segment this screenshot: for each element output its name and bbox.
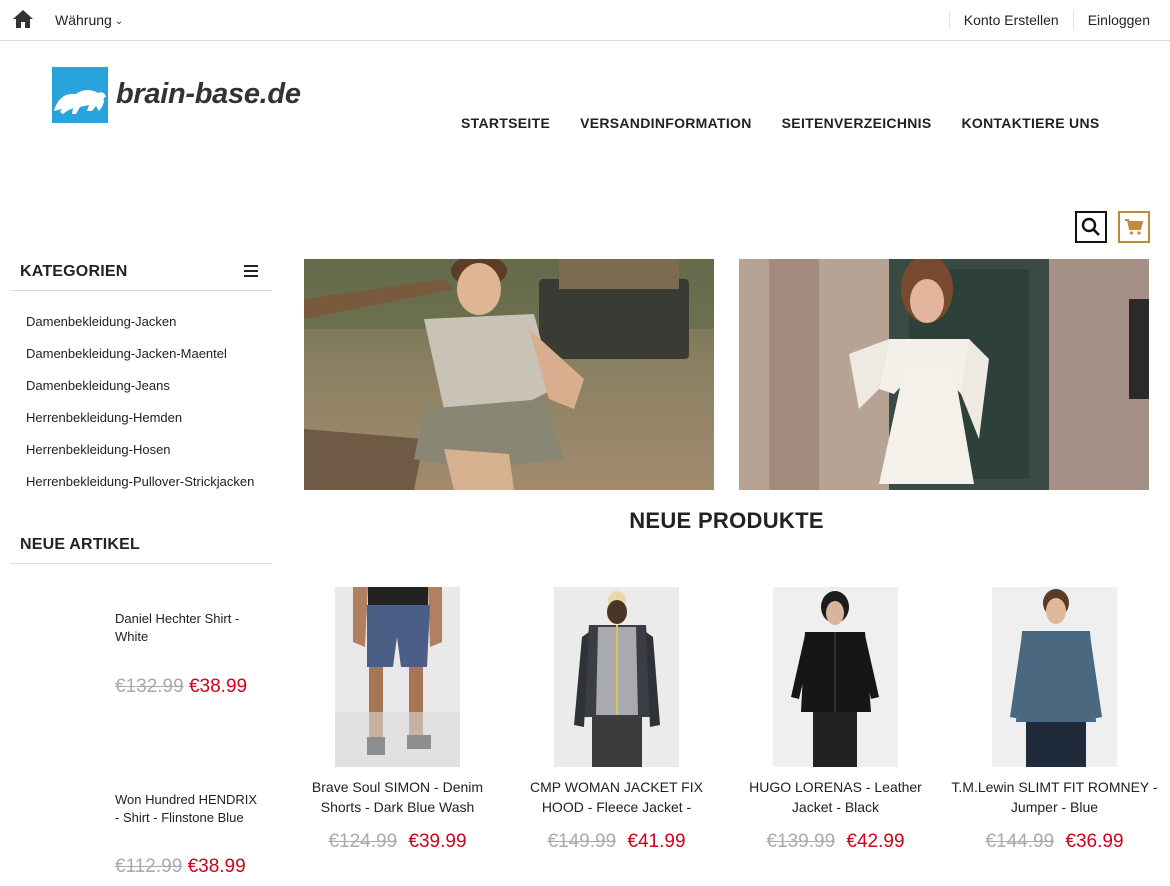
- product-name[interactable]: CMP WOMAN JACKET FIX HOOD - Fleece Jacke…: [507, 777, 726, 817]
- old-price: €112.99: [115, 856, 183, 877]
- product-prices: €149.99 €41.99: [507, 831, 726, 853]
- nav-home[interactable]: STARTSEITE: [461, 115, 550, 131]
- chevron-down-icon: ⌄: [114, 16, 124, 27]
- product-prices: €139.99 €42.99: [726, 831, 945, 853]
- login-link[interactable]: Einloggen: [1072, 10, 1150, 30]
- banner-men[interactable]: [304, 259, 714, 490]
- product-card[interactable]: HUGO LORENAS - Leather Jacket - Black €1…: [726, 587, 945, 853]
- category-list: Damenbekleidung-Jacken Damenbekleidung-J…: [26, 314, 254, 506]
- new-item-name[interactable]: Daniel Hechter Shirt - White: [115, 610, 265, 646]
- categories-header: KATEGORIEN: [10, 259, 272, 291]
- search-icon: [1081, 217, 1100, 236]
- site-logo[interactable]: brain-base.de: [52, 67, 301, 123]
- old-price: €124.99: [328, 831, 398, 852]
- new-item-prices: €132.99 €38.99: [115, 676, 247, 698]
- product-prices: €144.99 €36.99: [945, 831, 1164, 853]
- product-card[interactable]: Brave Soul SIMON - Denim Shorts - Dark B…: [288, 587, 507, 853]
- cart-button[interactable]: [1118, 211, 1150, 243]
- current-price: €42.99: [846, 831, 905, 852]
- top-bar: Währung ⌄ Konto Erstellen Einloggen: [0, 0, 1170, 41]
- search-button[interactable]: [1075, 211, 1107, 243]
- new-item[interactable]: Daniel Hechter Shirt - White €132.99 €38…: [115, 610, 265, 697]
- new-item[interactable]: Won Hundred HENDRIX - Shirt - Flinstone …: [115, 791, 265, 877]
- currency-label: Währung: [55, 12, 112, 28]
- nav-shipping-info[interactable]: VERSANDINFORMATION: [580, 115, 752, 131]
- nav-sitemap[interactable]: SEITENVERZEICHNIS: [782, 115, 932, 131]
- section-title: NEUE PRODUKTE: [629, 508, 824, 533]
- product-name[interactable]: Brave Soul SIMON - Denim Shorts - Dark B…: [288, 777, 507, 817]
- category-item[interactable]: Herrenbekleidung-Hosen: [26, 442, 254, 474]
- product-image[interactable]: [554, 587, 679, 767]
- home-icon[interactable]: [12, 9, 34, 29]
- current-price: €38.99: [187, 856, 246, 877]
- product-prices: €124.99 €39.99: [288, 831, 507, 853]
- hamburger-icon[interactable]: [244, 265, 258, 277]
- product-image[interactable]: [773, 587, 898, 767]
- product-card[interactable]: T.M.Lewin SLIMT FIT ROMNEY - Jumper - Bl…: [945, 587, 1164, 853]
- current-price: €39.99: [408, 831, 467, 852]
- product-image[interactable]: [992, 587, 1117, 767]
- nav-contact[interactable]: KONTAKTIERE UNS: [961, 115, 1099, 131]
- product-name[interactable]: T.M.Lewin SLIMT FIT ROMNEY - Jumper - Bl…: [945, 777, 1164, 817]
- new-items-header: NEUE ARTIKEL: [10, 532, 272, 564]
- current-price: €41.99: [627, 831, 686, 852]
- old-price: €139.99: [766, 831, 836, 852]
- old-price: €132.99: [115, 676, 184, 697]
- current-price: €38.99: [188, 676, 248, 697]
- category-item[interactable]: Damenbekleidung-Jacken: [26, 314, 254, 346]
- account-links: Konto Erstellen Einloggen: [948, 0, 1150, 40]
- currency-dropdown[interactable]: Währung ⌄: [55, 12, 123, 28]
- old-price: €144.99: [985, 831, 1055, 852]
- new-item-name[interactable]: Won Hundred HENDRIX - Shirt - Flinstone …: [115, 791, 265, 827]
- banner-women[interactable]: [739, 259, 1149, 490]
- cart-icon: [1125, 219, 1144, 235]
- buffalo-logo-icon: [52, 67, 108, 123]
- category-item[interactable]: Damenbekleidung-Jacken-Maentel: [26, 346, 254, 378]
- product-card[interactable]: CMP WOMAN JACKET FIX HOOD - Fleece Jacke…: [507, 587, 726, 853]
- categories-title: KATEGORIEN: [20, 263, 128, 280]
- category-item[interactable]: Herrenbekleidung-Pullover-Strickjacken: [26, 474, 254, 506]
- new-items-title: NEUE ARTIKEL: [20, 536, 141, 553]
- create-account-link[interactable]: Konto Erstellen: [948, 10, 1073, 30]
- logo-text: brain-base.de: [116, 77, 301, 110]
- current-price: €36.99: [1065, 831, 1124, 852]
- category-item[interactable]: Herrenbekleidung-Hemden: [26, 410, 254, 442]
- old-price: €149.99: [547, 831, 617, 852]
- new-item-prices: €112.99 €38.99: [115, 856, 246, 878]
- category-item[interactable]: Damenbekleidung-Jeans: [26, 378, 254, 410]
- product-name[interactable]: HUGO LORENAS - Leather Jacket - Black: [726, 777, 945, 817]
- main-navigation: STARTSEITE VERSANDINFORMATION SEITENVERZ…: [461, 115, 1130, 131]
- product-image[interactable]: [335, 587, 460, 767]
